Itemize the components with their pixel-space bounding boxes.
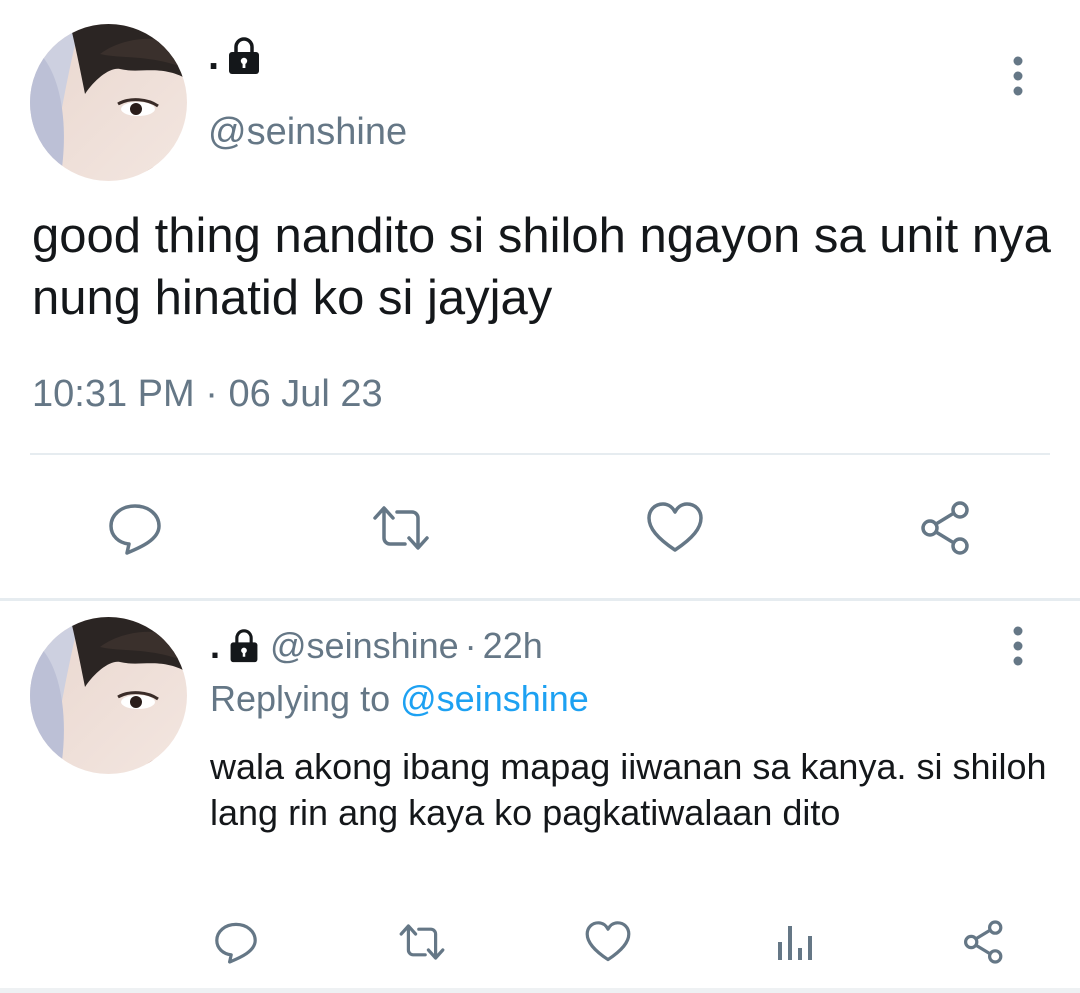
avatar-photo [30,24,187,181]
tweet-thread: . @seinshine good thing nandito si shilo… [0,0,1080,993]
tweet-time[interactable]: 22h [483,628,543,664]
divider [30,453,1050,455]
display-name-text[interactable]: . [210,628,220,664]
tweet-time: 10:31 PM [32,373,195,415]
reply-icon[interactable] [212,918,260,966]
handle[interactable]: @seinshine [270,628,459,664]
analytics-icon[interactable] [772,918,820,966]
section-divider [0,598,1080,601]
tweet-text: wala akong ibang mapag iiwanan sa kanya.… [210,746,1047,833]
display-name-text: . [208,34,220,78]
avatar[interactable] [30,617,187,774]
like-icon[interactable] [584,918,632,966]
reply-header: . @seinshine · 22h [210,628,543,664]
avatar-photo [30,617,187,774]
tweet-text: good thing nandito si shiloh ngayon sa u… [32,209,1051,325]
retweet-icon[interactable] [398,918,446,966]
display-name[interactable]: . [208,36,261,76]
retweet-icon[interactable] [371,498,431,558]
avatar[interactable] [30,24,187,181]
share-icon[interactable] [916,498,976,558]
replying-to-label: Replying to [210,678,391,719]
divider [0,988,1080,993]
meta-separator: · [205,373,218,415]
lock-icon [228,629,260,663]
more-options-icon[interactable] [1000,625,1036,669]
replying-to: Replying to @seinshine [210,677,589,720]
tweet-date: 06 Jul 23 [228,373,383,415]
like-icon[interactable] [645,498,705,558]
handle[interactable]: @seinshine [208,110,407,156]
more-options-icon[interactable] [1000,55,1036,99]
reply-icon[interactable] [105,498,165,558]
meta-separator: · [464,625,477,666]
replying-to-handle[interactable]: @seinshine [400,678,589,719]
share-icon[interactable] [960,918,1008,966]
tweet-timestamp: 10:31 PM · 06 Jul 23 [32,372,383,418]
lock-icon [227,37,261,75]
